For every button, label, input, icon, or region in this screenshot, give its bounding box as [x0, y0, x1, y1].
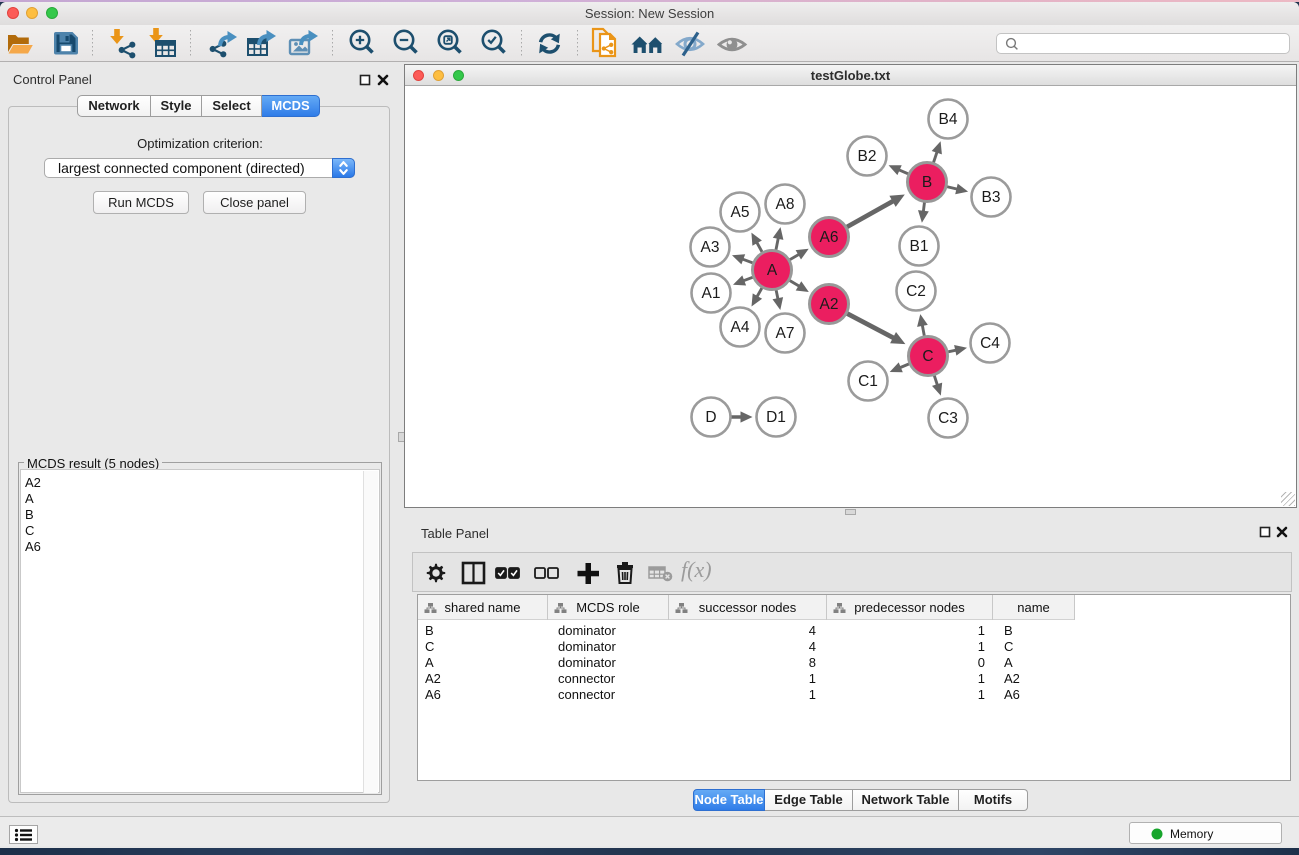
svg-text:A4: A4: [731, 319, 750, 336]
svg-text:B1: B1: [910, 238, 929, 255]
svg-text:C3: C3: [938, 410, 958, 427]
svg-text:B4: B4: [939, 111, 958, 128]
svg-text:B: B: [922, 174, 932, 191]
svg-text:A2: A2: [820, 296, 839, 313]
svg-text:A8: A8: [776, 196, 795, 213]
svg-text:A7: A7: [776, 325, 795, 342]
svg-text:C: C: [922, 348, 933, 365]
svg-text:A: A: [767, 262, 778, 279]
svg-text:C2: C2: [906, 283, 926, 300]
svg-text:A6: A6: [820, 229, 839, 246]
svg-text:B2: B2: [858, 148, 877, 165]
svg-text:A1: A1: [702, 285, 721, 302]
svg-text:C1: C1: [858, 373, 878, 390]
svg-text:A3: A3: [701, 239, 720, 256]
svg-text:C4: C4: [980, 335, 1000, 352]
svg-text:B3: B3: [982, 189, 1001, 206]
svg-text:A5: A5: [731, 204, 750, 221]
svg-text:D1: D1: [766, 409, 786, 426]
svg-text:D: D: [705, 409, 716, 426]
